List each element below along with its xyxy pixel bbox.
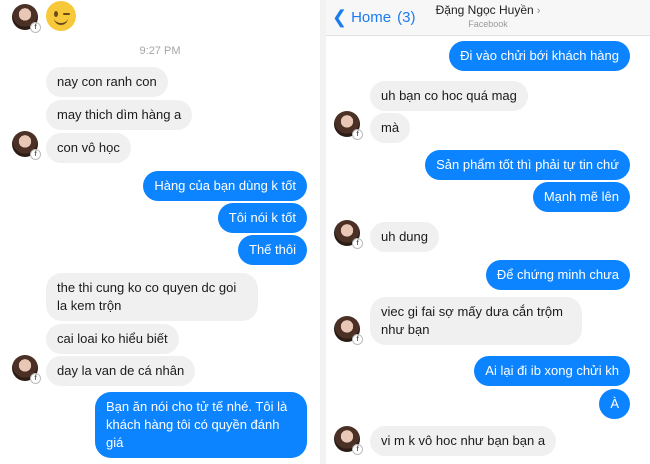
messenger-badge-icon: f — [352, 444, 363, 455]
message-bubble-incoming[interactable]: uh dung — [370, 222, 439, 252]
right-conversation-panel: ❮ Home (3) Đặng Ngọc Huyền › Facebook Đi … — [326, 0, 650, 464]
message-bubble-outgoing[interactable]: Bạn ăn nói cho tử tế nhé. Tôi là khách h… — [95, 392, 307, 458]
message-bubble-incoming[interactable]: may thich dìm hàng a — [46, 100, 193, 130]
chevron-right-icon: › — [536, 5, 541, 17]
message-bubble-outgoing[interactable]: Hàng của bạn dùng k tốt — [143, 171, 307, 201]
conversation-header: ❮ Home (3) Đặng Ngọc Huyền › Facebook — [326, 0, 650, 36]
timestamp: 9:27 PM — [139, 45, 181, 57]
message-bubble-incoming[interactable]: the thi cung ko co quyen dc goi la kem t… — [46, 273, 258, 321]
message-bubble-outgoing[interactable]: Tôi nói k tốt — [217, 203, 307, 233]
contact-avatar[interactable]: f — [12, 131, 41, 160]
messenger-badge-icon: f — [352, 238, 363, 249]
message-bubble-incoming[interactable]: viec gi fai sợ mấy dưa cắn trộm như bạn — [370, 297, 582, 345]
contact-avatar[interactable]: f — [334, 220, 363, 249]
message-bubble-incoming[interactable]: con vô học — [46, 133, 131, 163]
messenger-badge-icon: f — [352, 334, 363, 345]
messenger-badge-icon: f — [352, 129, 363, 140]
message-bubble-outgoing[interactable]: Thế thôi — [238, 235, 307, 265]
left-conversation-panel: f 9:27 PM nay con ranh con may thich dìm… — [0, 0, 320, 464]
message-bubble-outgoing[interactable]: À — [599, 389, 630, 419]
contact-avatar[interactable]: f — [12, 355, 41, 384]
contact-subtitle: Facebook — [468, 19, 508, 29]
wink-emoji-icon — [46, 1, 76, 31]
contact-avatar[interactable]: f — [12, 4, 41, 33]
contact-name: Đặng Ngọc Huyền — [435, 3, 534, 17]
message-bubble-outgoing[interactable]: Đi vào chửi bới khách hàng — [449, 41, 630, 71]
messenger-badge-icon: f — [30, 373, 41, 384]
contact-title[interactable]: Đặng Ngọc Huyền › Facebook — [326, 3, 650, 29]
message-bubble-incoming[interactable]: mà — [370, 113, 411, 143]
message-bubble-incoming[interactable]: day la van de cá nhân — [46, 356, 196, 386]
message-bubble-incoming[interactable]: cai loai ko hiểu biết — [46, 324, 179, 354]
contact-avatar[interactable]: f — [334, 316, 363, 345]
message-bubble-incoming[interactable]: nay con ranh con — [46, 67, 168, 97]
messenger-badge-icon: f — [30, 22, 41, 33]
message-bubble-incoming[interactable]: uh bạn co hoc quá mag — [370, 81, 528, 111]
contact-avatar[interactable]: f — [334, 426, 363, 455]
message-bubble-outgoing[interactable]: Mạnh mẽ lên — [532, 182, 630, 212]
message-bubble-outgoing[interactable]: Để chứng minh chưa — [485, 260, 630, 290]
message-bubble-outgoing[interactable]: Sản phẩm tốt thì phải tự tin chứ — [425, 150, 630, 180]
message-bubble-incoming[interactable]: vi m k vô hoc như bạn bạn a — [370, 426, 557, 456]
message-bubble-outgoing[interactable]: Ai lại đi ib xong chửi kh — [474, 356, 630, 386]
contact-avatar[interactable]: f — [334, 111, 363, 140]
messenger-badge-icon: f — [30, 149, 41, 160]
